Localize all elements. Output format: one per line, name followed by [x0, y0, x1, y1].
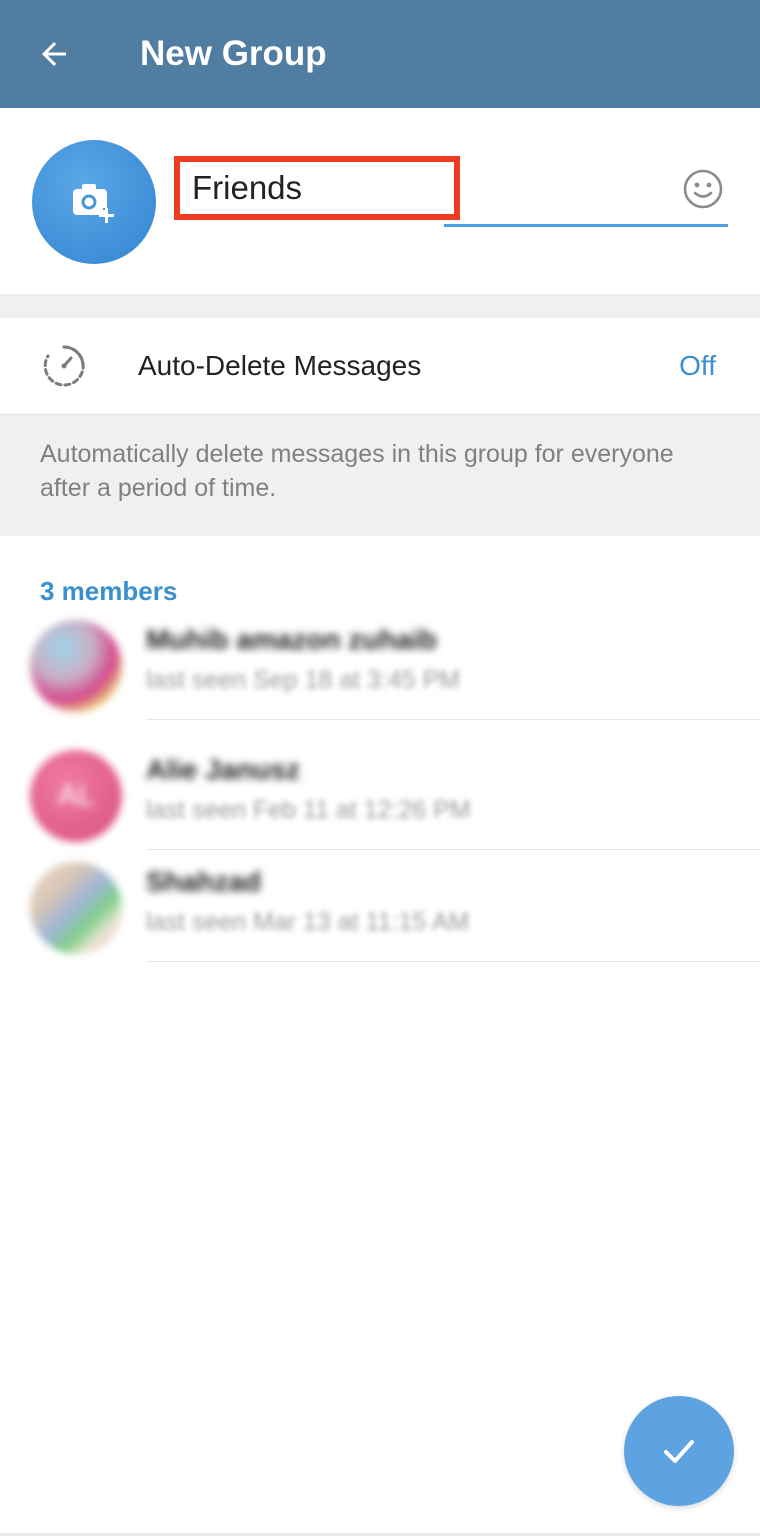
auto-delete-description: Automatically delete messages in this gr…: [40, 440, 674, 502]
auto-delete-row[interactable]: Auto-Delete Messages Off: [0, 318, 760, 414]
smiley-icon: [683, 169, 723, 209]
auto-delete-label: Auto-Delete Messages: [138, 350, 422, 381]
member-item[interactable]: Muhib amazon zuhaib last seen Sep 18 at …: [0, 608, 760, 720]
divider: [146, 719, 760, 720]
member-status: last seen Feb 11 at 12:26 PM: [146, 796, 471, 824]
member-item[interactable]: Shahzad last seen Mar 13 at 11:15 AM: [0, 850, 760, 962]
member-initials: AL: [57, 779, 95, 812]
page-title: New Group: [140, 34, 327, 73]
member-name: Muhib amazon zuhaib: [146, 624, 437, 655]
member-avatar: [30, 620, 122, 712]
member-avatar: [30, 862, 122, 954]
member-name: Shahzad: [146, 866, 262, 897]
auto-delete-info: Automatically delete messages in this gr…: [0, 414, 760, 536]
input-underline: [444, 224, 728, 227]
checkmark-icon: [664, 1440, 694, 1463]
member-item[interactable]: AL Alie Janusz last seen Feb 11 at 12:26…: [0, 738, 760, 850]
member-avatar: AL: [30, 750, 122, 842]
member-status: last seen Sep 18 at 3:45 PM: [146, 666, 461, 694]
emoji-button[interactable]: [678, 164, 728, 214]
timer-icon: [43, 345, 85, 387]
member-name: Alie Janusz: [146, 754, 301, 785]
section-divider: [0, 294, 760, 318]
auto-delete-value: Off: [679, 350, 716, 381]
set-group-photo-button[interactable]: [32, 140, 156, 264]
member-status: last seen Mar 13 at 11:15 AM: [146, 908, 470, 936]
divider: [146, 961, 760, 962]
group-name-input[interactable]: [174, 156, 460, 220]
members-header: 3 members: [40, 576, 178, 606]
group-name-field-wrapper: [168, 150, 728, 227]
camera-add-icon: [73, 184, 114, 223]
create-group-confirm-button[interactable]: [624, 1396, 734, 1506]
group-info-section: [0, 108, 760, 294]
arrow-left-icon: [42, 42, 66, 66]
back-button[interactable]: [22, 22, 86, 86]
app-bar: New Group: [0, 0, 760, 108]
